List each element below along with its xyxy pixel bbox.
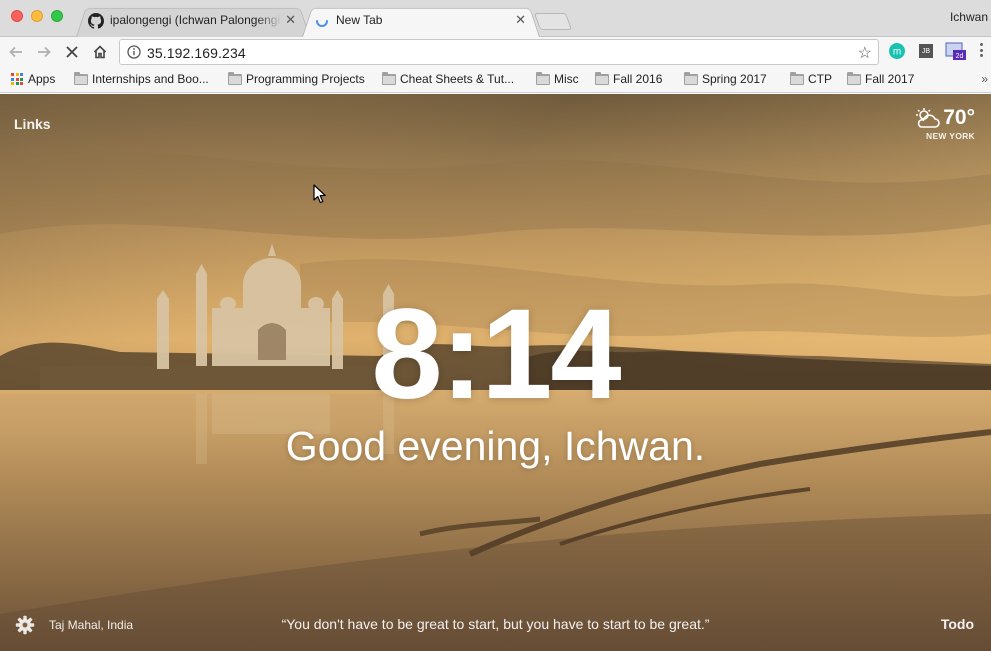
folder-icon — [684, 71, 698, 85]
url-text[interactable]: 35.192.169.234 — [147, 45, 246, 61]
svg-text:JB: JB — [922, 48, 931, 55]
bookmark-folder[interactable]: CTP — [790, 71, 832, 86]
bookmark-label: Programming Projects — [246, 72, 365, 86]
bookmark-label: Misc — [554, 72, 579, 86]
home-button[interactable] — [88, 40, 112, 64]
calendar-extension-icon[interactable]: 2d — [945, 42, 967, 60]
partly-cloudy-icon — [916, 108, 941, 128]
tab-title: New Tab — [336, 13, 383, 27]
arrow-left-icon — [9, 46, 22, 58]
temperature: 70° — [943, 106, 975, 129]
bookmark-star-icon[interactable]: ☆ — [858, 43, 872, 63]
bookmark-folder[interactable]: Fall 2017 — [847, 71, 915, 86]
momentum-extension-icon[interactable]: m — [888, 42, 906, 60]
mouse-cursor-icon — [313, 184, 326, 204]
minimize-window-button[interactable] — [31, 10, 43, 22]
bookmark-label: Fall 2017 — [865, 72, 915, 86]
bookmark-folder[interactable]: Fall 2016 — [595, 71, 663, 86]
stop-button[interactable] — [60, 40, 84, 64]
address-bar[interactable]: 35.192.169.234 ☆ — [119, 39, 879, 65]
bookmark-apps[interactable]: Apps — [11, 72, 55, 86]
todo-button[interactable]: Todo — [941, 616, 974, 632]
apps-grid-icon — [11, 73, 23, 85]
folder-icon — [847, 71, 861, 85]
bookmark-folder[interactable]: Internships and Boo... — [74, 71, 209, 86]
browser-menu-icon[interactable] — [980, 43, 984, 61]
bookmark-label: Fall 2016 — [613, 72, 663, 86]
folder-icon — [790, 71, 804, 85]
bookmark-label: Internships and Boo... — [92, 72, 209, 86]
forward-button[interactable] — [32, 40, 56, 64]
tab-github[interactable]: ipalongengi (Ichwan Palongengi) ✕ — [76, 5, 310, 37]
profile-name[interactable]: Ichwan — [950, 10, 988, 24]
momentum-dashboard: Links 70° NEW YORK 8:14 Good evening, Ic… — [0, 94, 991, 651]
folder-icon — [382, 71, 396, 85]
close-tab-icon[interactable]: ✕ — [285, 13, 296, 27]
bookmark-label: Spring 2017 — [702, 72, 767, 86]
tab-new-tab[interactable]: New Tab ✕ — [302, 5, 540, 38]
bookmark-label: Apps — [28, 72, 56, 86]
browser-toolbar: 35.192.169.234 ☆ m JB 2d — [0, 37, 991, 67]
close-icon — [66, 46, 78, 58]
close-tab-icon[interactable]: ✕ — [515, 13, 526, 27]
svg-text:m: m — [893, 47, 901, 58]
bookmark-folder[interactable]: Cheat Sheets & Tut... — [382, 71, 515, 86]
maximize-window-button[interactable] — [51, 10, 63, 22]
arrow-right-icon — [38, 46, 51, 58]
bookmarks-overflow-button[interactable]: » — [981, 72, 988, 86]
links-button[interactable]: Links — [14, 116, 51, 132]
bookmark-folder[interactable]: Spring 2017 — [684, 71, 767, 86]
github-icon — [88, 13, 104, 29]
daily-quote[interactable]: “You don't have to be great to start, bu… — [0, 616, 991, 632]
svg-text:2d: 2d — [956, 53, 964, 60]
weather-widget[interactable]: 70° NEW YORK — [914, 106, 975, 141]
home-icon — [93, 45, 107, 59]
bookmarks-bar: Apps Internships and Boo... Programming … — [0, 67, 991, 93]
bookmark-label: CTP — [808, 72, 832, 86]
bookmark-label: Cheat Sheets & Tut... — [400, 72, 515, 86]
close-window-button[interactable] — [11, 10, 23, 22]
folder-icon — [228, 71, 242, 85]
loading-spinner-icon — [316, 20, 328, 27]
back-button[interactable] — [4, 40, 28, 64]
greeting-text: Good evening, Ichwan. — [285, 423, 706, 469]
folder-icon — [536, 71, 550, 85]
bookmark-folder[interactable]: Misc — [536, 71, 579, 86]
tab-title: ipalongengi (Ichwan Palongengi) — [110, 13, 282, 27]
info-icon[interactable] — [127, 45, 141, 59]
clock-time: 8:14 — [371, 283, 621, 426]
folder-icon — [74, 71, 88, 85]
folder-icon — [595, 71, 609, 85]
tab-strip: ipalongengi (Ichwan Palongengi) ✕ New Ta… — [0, 0, 991, 38]
weather-location: NEW YORK — [926, 131, 975, 141]
bookmark-folder[interactable]: Programming Projects — [228, 71, 365, 86]
jetbrains-extension-icon[interactable]: JB — [917, 42, 935, 60]
